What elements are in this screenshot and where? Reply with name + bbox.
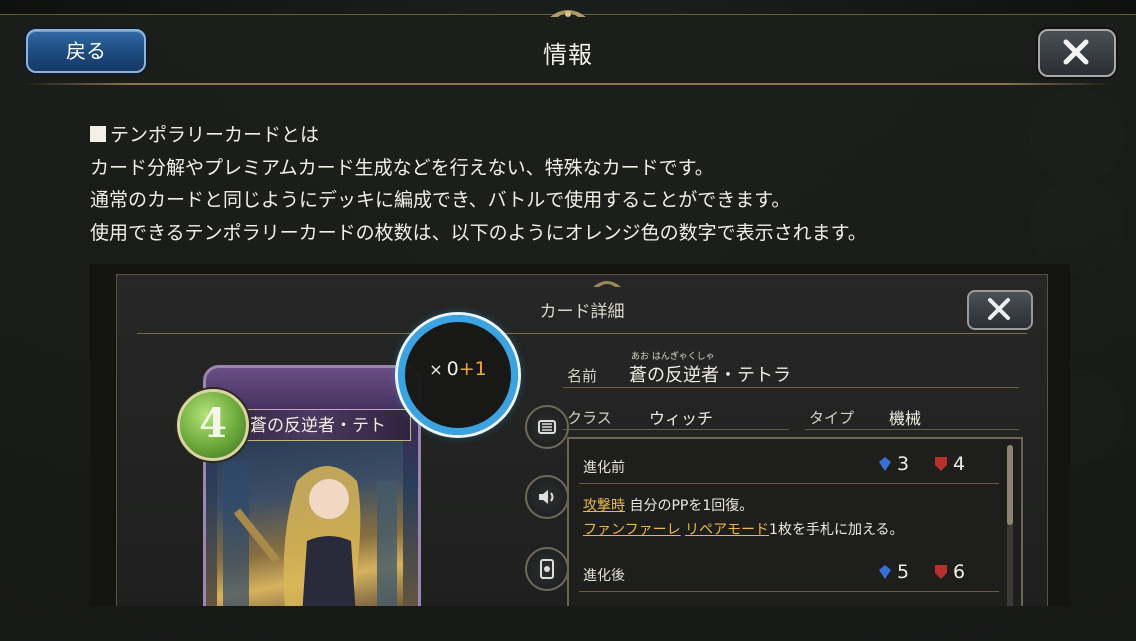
- attack-gem-icon: [879, 565, 891, 579]
- speaker-icon: [539, 490, 554, 504]
- after-attack: 5: [879, 561, 909, 583]
- ornament-icon: [593, 281, 621, 287]
- ability-scrollbar: [1007, 445, 1013, 606]
- ability-text: 自分のPPを1回復。: [629, 498, 754, 514]
- info-line: カード分解やプレミアムカード生成などを行えない、特殊なカードです。: [90, 156, 714, 179]
- keyword-link: リペアモード: [685, 522, 770, 538]
- defense-gem-icon: [935, 565, 947, 579]
- card-detail-close-button: [967, 290, 1033, 330]
- count-base: 0: [446, 358, 459, 380]
- keyword-link: ファンファーレ: [583, 522, 681, 538]
- scroll-thumb: [1007, 445, 1013, 525]
- dialog-header: 戻る 情報: [0, 10, 1136, 87]
- cards-icon: [538, 420, 556, 434]
- defense-value: 6: [953, 561, 966, 583]
- voice-button: [525, 475, 569, 519]
- card-view-button: [525, 547, 569, 591]
- class-label: クラス: [567, 409, 612, 427]
- class-value: ウィッチ: [649, 409, 714, 428]
- info-line: テンポラリーカードとは: [110, 124, 320, 146]
- dialog-title: 情報: [543, 41, 593, 69]
- ability-line: 攻撃時 自分のPPを1回復。: [583, 495, 753, 515]
- card-detail-dialog: カード詳細 蒼の反逆者・テト 4 × 0+1 あお はんぎゃくしゃ 名前 蒼の反…: [116, 274, 1048, 606]
- attack-gem-icon: [879, 457, 891, 471]
- info-text: テンポラリーカードとは カード分解やプレミアムカード生成などを行えない、特殊なカ…: [90, 119, 1050, 249]
- attack-value: 3: [897, 453, 910, 475]
- after-defense: 6: [935, 561, 965, 583]
- card-detail-title: カード詳細: [539, 302, 625, 322]
- ability-box: 進化前 3 4 攻撃時 自分のPPを1回復。 ファンファーレ リペアモード1枚を…: [567, 437, 1023, 606]
- info-heading: テンポラリーカードとは: [90, 119, 1050, 152]
- header-divider: [22, 83, 1114, 85]
- square-bullet-icon: [90, 126, 106, 142]
- character-illustration: [223, 461, 397, 606]
- ability-text: 1枚を手札に加える。: [769, 522, 904, 538]
- close-icon: [988, 298, 1010, 320]
- count-badge: × 0+1: [405, 358, 511, 380]
- ability-line: ファンファーレ リペアモード1枚を手札に加える。: [583, 519, 904, 539]
- cost-gem: 4: [177, 389, 249, 461]
- ability-divider: [579, 591, 999, 592]
- info-line: 通常のカードと同じようにデッキに編成でき、バトルで使用することができます。: [90, 189, 791, 211]
- card-icon: [540, 559, 554, 579]
- count-temporary: +1: [458, 358, 487, 380]
- field-underline: [563, 387, 1019, 388]
- count-prefix: ×: [429, 360, 443, 379]
- card-art: 蒼の反逆者・テト 4: [177, 365, 421, 606]
- close-button[interactable]: [1038, 29, 1116, 77]
- info-line: 使用できるテンポラリーカードの枚数は、以下のようにオレンジ色の数字で表示されます…: [90, 221, 867, 244]
- name-value: 蒼の反逆者・テトラ: [629, 365, 791, 386]
- attack-value: 5: [897, 561, 910, 583]
- field-underline: [563, 429, 789, 430]
- close-icon: [1063, 39, 1089, 65]
- info-dialog: 戻る 情報 テンポラリーカードとは カード分解やプレミアムカード生成などを行えな…: [0, 10, 1136, 641]
- before-defense: 4: [935, 453, 965, 475]
- field-underline: [805, 429, 1019, 430]
- defense-gem-icon: [935, 457, 947, 471]
- ornament-icon: [550, 10, 586, 17]
- before-evolve-label: 進化前: [583, 460, 625, 476]
- temporary-count-callout: × 0+1: [398, 315, 518, 435]
- ability-divider: [579, 483, 999, 484]
- example-screenshot: カード詳細 蒼の反逆者・テト 4 × 0+1 あお はんぎゃくしゃ 名前 蒼の反…: [90, 264, 1070, 606]
- card-detail-divider: [137, 333, 1027, 334]
- after-evolve-label: 進化後: [583, 568, 625, 584]
- type-label: タイプ: [809, 409, 855, 427]
- card-icon-button: [525, 405, 569, 449]
- before-attack: 3: [879, 453, 909, 475]
- type-value: 機械: [889, 409, 922, 428]
- card-illustration: [217, 441, 403, 606]
- keyword-link: 攻撃時: [583, 498, 625, 514]
- name-label: 名前: [567, 367, 598, 385]
- defense-value: 4: [953, 453, 966, 475]
